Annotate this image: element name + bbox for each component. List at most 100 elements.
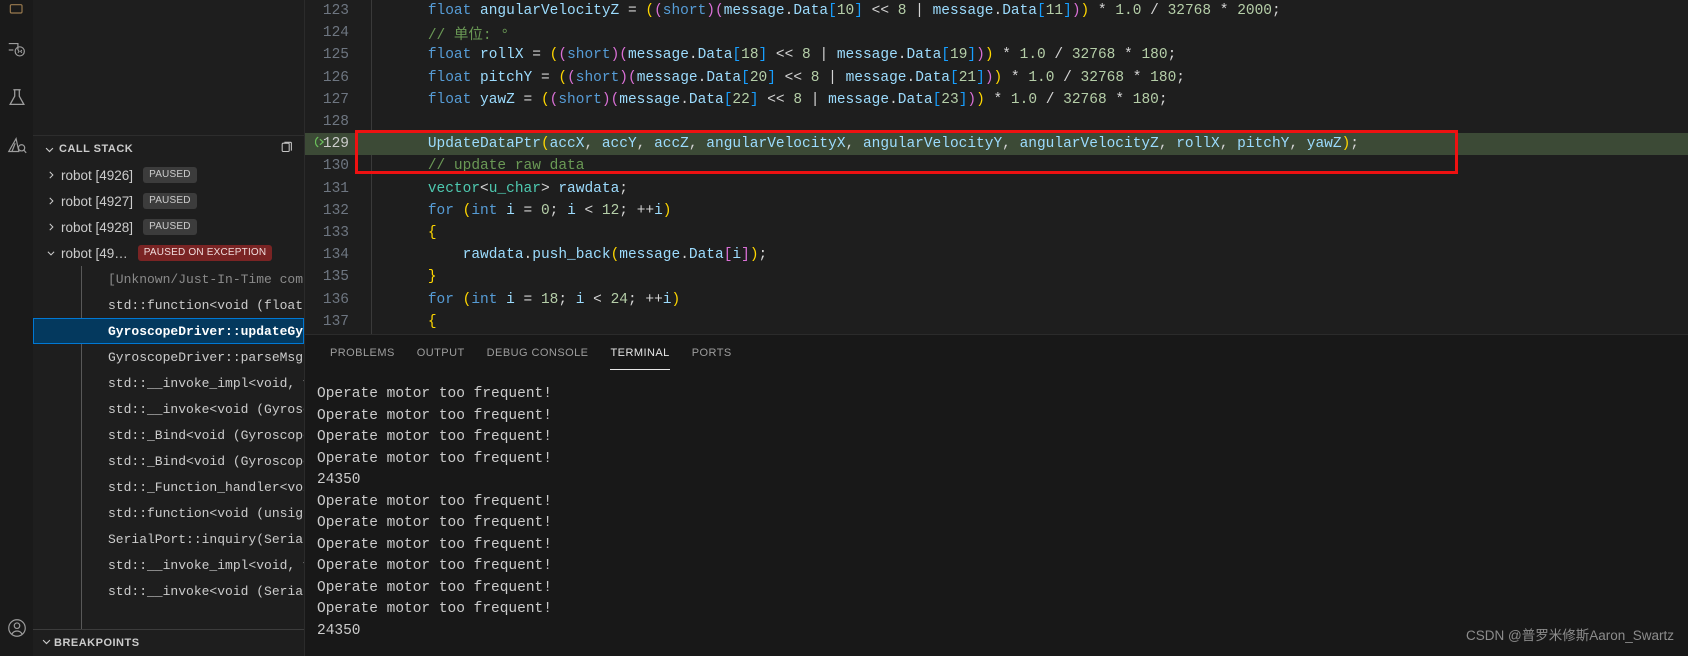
watermark-text: CSDN @普罗米修斯Aaron_Swartz — [1466, 628, 1674, 643]
frame-label: std::_Function_handler<void — [108, 479, 304, 495]
frame-label: GyroscopeDriver::updateGyro — [108, 323, 304, 339]
call-stack-frame[interactable]: SerialPort::inquiry(SerialP — [33, 526, 304, 552]
code-text: UpdateDataPtr(accX, accY, accZ, angularV… — [427, 136, 1359, 153]
extensions-ros-icon[interactable] — [0, 122, 33, 170]
frame-label: std::function<void (unsigne — [108, 505, 304, 521]
terminal-line: Operate motor too frequent! — [317, 450, 552, 467]
breakpoints-section-header[interactable]: BREAKPOINTS — [33, 629, 304, 656]
line-number: 128 — [322, 114, 349, 131]
call-stack-frame[interactable]: [Unknown/Just-In-Time compi — [33, 266, 304, 292]
line-number: 135 — [322, 269, 349, 286]
code-line[interactable]: 137 { — [305, 311, 1688, 333]
call-stack-frame[interactable]: GyroscopeDriver::parseMsg(G — [33, 344, 304, 370]
thread-label: robot [4928] — [61, 219, 134, 235]
terminal-line: Operate motor too frequent! — [317, 407, 552, 424]
call-stack-thread-row-expanded[interactable]: robot [49… PAUSED ON EXCEPTION — [33, 240, 304, 266]
chevron-right-icon[interactable] — [43, 196, 59, 206]
terminal-line: Operate motor too frequent! — [317, 579, 552, 596]
code-line[interactable]: 126 float pitchY = ((short)(message.Data… — [305, 67, 1688, 89]
call-stack-frame[interactable]: std::_Function_handler<void — [33, 474, 304, 500]
panel-tab-output[interactable]: OUTPUT — [406, 335, 476, 370]
terminal-output[interactable]: Operate motor too frequent! Operate motor… — [305, 370, 1688, 656]
call-stack-frame[interactable]: std::_Bind<void (GyroscopeD — [33, 422, 304, 448]
status-badge: PAUSED — [143, 193, 197, 209]
frame-label: std::_Bind<void (GyroscopeD — [108, 453, 304, 469]
panel-tab-bar[interactable]: PROBLEMS OUTPUT DEBUG CONSOLE TERMINAL PORTS — [305, 335, 1688, 370]
code-line[interactable]: 125 float rollX = ((short)(message.Data[… — [305, 44, 1688, 66]
call-stack-section-header[interactable]: CALL STACK — [33, 135, 304, 162]
panel-tab-ports[interactable]: PORTS — [681, 335, 743, 370]
call-stack-frame[interactable]: std::__invoke_impl<void, vo — [33, 370, 304, 396]
frame-label: std::__invoke<void (SerialP — [108, 583, 304, 599]
line-number: 132 — [322, 202, 349, 219]
call-stack-frame[interactable]: std::__invoke<void (Gyrosco — [33, 396, 304, 422]
call-stack-title: CALL STACK — [59, 143, 134, 155]
line-number: 126 — [322, 69, 349, 86]
code-line[interactable]: 130 // update raw data — [305, 155, 1688, 177]
code-line[interactable]: 123 float angularVelocityZ = ((short)(me… — [305, 0, 1688, 22]
code-editor[interactable]: 123 float angularVelocityZ = ((short)(me… — [305, 0, 1688, 334]
vscode-window: CALL STACK robot [4926] PAUSED robot [49… — [0, 0, 1688, 656]
code-text: // 单位: ° — [427, 27, 510, 44]
terminal-line: Operate motor too frequent! — [317, 601, 552, 617]
code-line[interactable]: 127 float yawZ = ((short)(message.Data[2… — [305, 89, 1688, 111]
code-text: float angularVelocityZ = ((short)(messag… — [427, 3, 1281, 20]
code-line[interactable]: 124 // 单位: ° — [305, 22, 1688, 44]
line-number: 131 — [322, 180, 349, 197]
chevron-down-icon[interactable] — [43, 248, 59, 258]
code-text: vector<u_char> rawdata; — [427, 180, 628, 197]
frame-label: GyroscopeDriver::parseMsg(G — [108, 349, 304, 365]
code-line[interactable]: 132 for (int i = 0; i < 12; ++i) — [305, 200, 1688, 222]
status-badge: PAUSED — [143, 219, 197, 235]
call-stack-frame-selected[interactable]: GyroscopeDriver::updateGyro — [33, 318, 304, 344]
accounts-icon[interactable] — [0, 600, 33, 656]
thread-label: robot [4926] — [61, 167, 134, 183]
line-number: 125 — [322, 47, 349, 64]
line-number: 136 — [322, 291, 349, 308]
debug-sidebar: CALL STACK robot [4926] PAUSED robot [49… — [33, 0, 305, 656]
call-stack-frame[interactable]: std::function<void (float, — [33, 292, 304, 318]
frame-label: std::_Bind<void (GyroscopeD — [108, 427, 304, 443]
code-line[interactable]: 133 { — [305, 222, 1688, 244]
code-line[interactable]: 136 for (int i = 18; i < 24; ++i) — [305, 288, 1688, 310]
source-control-icon[interactable] — [0, 0, 33, 26]
chevron-right-icon[interactable] — [43, 222, 59, 232]
panel-tab-debug-console[interactable]: DEBUG CONSOLE — [476, 335, 600, 370]
thread-label: robot [49… — [61, 245, 128, 261]
code-line[interactable]: 128 — [305, 111, 1688, 133]
call-stack-thread-row[interactable]: robot [4926] PAUSED — [33, 162, 304, 188]
code-line[interactable]: 129 UpdateDataPtr(accX, accY, accZ, angu… — [305, 133, 1688, 156]
bottom-panel: PROBLEMS OUTPUT DEBUG CONSOLE TERMINAL PORTS… — [305, 334, 1688, 656]
call-stack-thread-row[interactable]: robot [4928] PAUSED — [33, 214, 304, 240]
code-text: for (int i = 18; i < 24; ++i) — [427, 291, 681, 308]
testing-flask-icon[interactable] — [0, 74, 33, 122]
call-stack-thread-row[interactable]: robot [4927] PAUSED — [33, 188, 304, 214]
chevron-down-icon[interactable] — [41, 634, 52, 652]
code-text: { — [427, 313, 437, 330]
status-badge: PAUSED — [143, 167, 197, 183]
call-stack-frame[interactable]: std::function<void (unsigne — [33, 500, 304, 526]
code-line[interactable]: 134 rawdata.push_back(message.Data[i]); — [305, 244, 1688, 266]
code-line[interactable]: 131 vector<u_char> rawdata; — [305, 178, 1688, 200]
activity-bar — [0, 0, 33, 656]
code-text: float yawZ = ((short)(message.Data[22] <… — [427, 91, 1168, 108]
chevron-down-icon[interactable] — [41, 141, 57, 157]
run-and-debug-icon[interactable] — [0, 26, 33, 74]
frame-label: std::__invoke_impl<void, vo — [108, 375, 304, 391]
line-number: 137 — [322, 313, 349, 330]
terminal-line: Operate motor too frequent! — [317, 493, 552, 510]
chevron-right-icon[interactable] — [43, 170, 59, 180]
call-stack-frame[interactable]: std::__invoke_impl<void, vo — [33, 552, 304, 578]
call-stack-frame[interactable]: std::_Bind<void (GyroscopeD — [33, 448, 304, 474]
code-text: float rollX = ((short)(message.Data[18] … — [427, 47, 1177, 64]
code-text: rawdata.push_back(message.Data[i]); — [462, 247, 768, 264]
panel-tab-terminal[interactable]: TERMINAL — [599, 335, 680, 370]
call-stack-frame[interactable]: std::__invoke<void (SerialP — [33, 578, 304, 604]
thread-label: robot [4927] — [61, 193, 134, 209]
call-stack-list[interactable]: robot [4926] PAUSED robot [4927] PAUSED … — [33, 162, 304, 629]
frame-label: std::__invoke<void (Gyrosco — [108, 401, 304, 417]
line-number: 123 — [322, 3, 349, 20]
copy-icon[interactable] — [280, 141, 294, 160]
code-line[interactable]: 135 } — [305, 266, 1688, 288]
panel-tab-problems[interactable]: PROBLEMS — [319, 335, 406, 370]
